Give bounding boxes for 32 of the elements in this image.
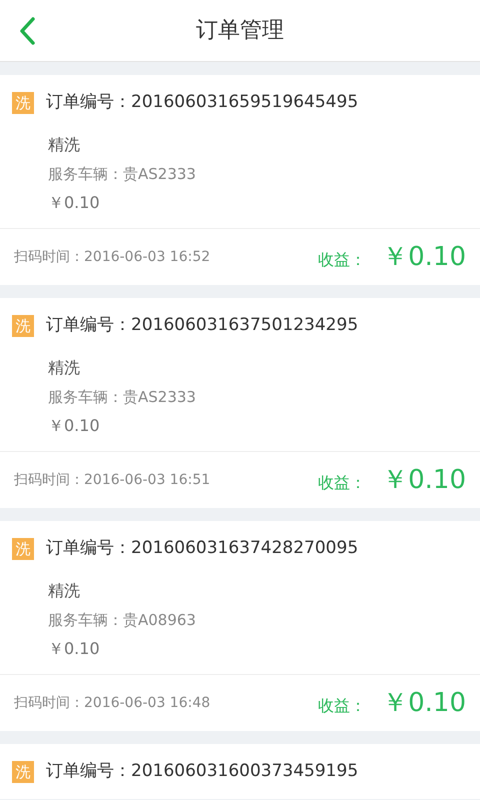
scan-time: 扫码时间：2016-06-03 16:51: [14, 470, 210, 490]
income-label: 收益：: [318, 694, 366, 716]
income-label: 收益：: [318, 248, 366, 270]
order-number: 订单编号：201606031600373459195: [46, 760, 358, 783]
order-price: ￥0.10: [48, 638, 100, 660]
order-card[interactable]: 洗 订单编号：201606031600373459195: [0, 744, 480, 799]
service-vehicle: 服务车辆：贵AS2333: [48, 164, 196, 185]
scan-time: 扫码时间：2016-06-03 16:48: [14, 694, 210, 712]
order-number: 订单编号：201606031637428270095: [46, 536, 358, 560]
order-card[interactable]: 洗 订单编号：201606031637501234295 精洗 服务车辆：贵AS2333 ￥0.10 扫码时间：2016-06-03 16:51 收益： ￥0.10: [0, 298, 480, 508]
page-title: 订单管理: [196, 17, 284, 45]
service-type: 精洗: [48, 580, 80, 602]
income-amount: ￥0.10: [382, 464, 466, 496]
income-label: 收益：: [318, 472, 366, 494]
wash-badge: 洗: [12, 760, 34, 782]
order-price: ￥0.10: [48, 192, 100, 214]
service-vehicle: 服务车辆：贵AS2333: [48, 387, 196, 408]
wash-badge: 洗: [12, 314, 34, 336]
order-card[interactable]: 洗 订单编号：201606031659519645495 精洗 服务车辆：贵AS2333 ￥0.10 扫码时间：2016-06-03 16:52 收益： ￥0.10: [0, 75, 480, 285]
scan-time: 扫码时间：2016-06-03 16:52: [14, 248, 210, 266]
income-amount: ￥0.10: [382, 686, 466, 720]
service-type: 精洗: [48, 357, 80, 379]
income-amount: ￥0.10: [382, 240, 466, 274]
back-chevron-icon: [18, 16, 36, 46]
order-number: 订单编号：201606031637501234295: [46, 314, 358, 337]
order-price: ￥0.10: [48, 415, 100, 437]
wash-badge: 洗: [12, 92, 34, 114]
order-number: 订单编号：201606031659519645495: [46, 90, 358, 114]
service-vehicle: 服务车辆：贵A08963: [48, 610, 196, 631]
order-card[interactable]: 洗 订单编号：201606031637428270095 精洗 服务车辆：贵A08963 ￥0.10 扫码时间：2016-06-03 16:48 收益： ￥0.10: [0, 521, 480, 731]
wash-badge: 洗: [12, 538, 34, 560]
service-type: 精洗: [48, 134, 80, 156]
